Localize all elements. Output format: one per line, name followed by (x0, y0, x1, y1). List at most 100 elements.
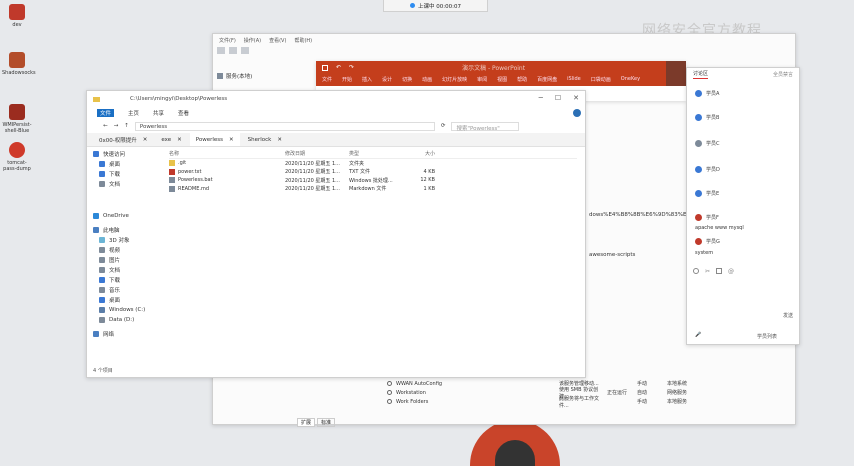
desktop-icon-1[interactable]: Shadowsocks (2, 52, 36, 76)
nav-pictures[interactable]: 图片 (93, 255, 163, 265)
ppt-tab[interactable]: 切换 (402, 76, 412, 84)
chat-footer-link[interactable]: 学员列表 (757, 333, 777, 340)
file-row[interactable]: .git 2020/11/20 星期五 1... 文件夹 (169, 159, 577, 168)
send-button[interactable]: 发送 (783, 312, 793, 319)
chat-tab-discussion[interactable]: 讨论区 (693, 70, 709, 79)
forward-icon[interactable] (229, 47, 237, 54)
nav-this-pc[interactable]: 此电脑 (93, 225, 163, 235)
at-icon[interactable]: @ (728, 268, 734, 275)
nav-onedrive[interactable]: OneDrive (93, 211, 163, 221)
services-bottom-tabs: 扩展 标准 (297, 418, 336, 427)
back-icon[interactable] (217, 47, 225, 54)
desktop-icon-3[interactable]: tomcat-pass-dump (2, 142, 32, 172)
navigation-pane: 快速访问 桌面 下载 文档 OneDrive 此电脑 3D 对象 视频 图片 文… (93, 149, 163, 365)
tab-label: exe (161, 136, 172, 143)
file-row[interactable]: Powerless.bat 2020/11/20 星期五 1... Window… (169, 176, 577, 185)
scissors-icon[interactable]: ✂ (705, 268, 710, 275)
ppt-tab[interactable]: 动画 (422, 76, 432, 84)
ppt-tab[interactable]: 帮助 (517, 76, 527, 84)
col-size[interactable]: 大小 (405, 150, 435, 157)
nav-desktop[interactable]: 桌面 (93, 159, 163, 169)
search-input[interactable]: 搜索"Powerless" (451, 121, 520, 132)
col-date[interactable]: 修改日期 (285, 150, 349, 157)
desktop-icon-2[interactable]: WMIPersist-shell-Blue (2, 104, 32, 134)
nav-music[interactable]: 音乐 (93, 285, 163, 295)
menu-action[interactable]: 操作(A) (244, 37, 261, 44)
gear-icon (387, 399, 392, 404)
meeting-topbar[interactable]: 上课中 00:00:07 (383, 0, 488, 12)
ribbon-file[interactable]: 文件 (97, 109, 115, 117)
back-arrow-icon[interactable]: ← (103, 123, 108, 129)
nav-label: 视频 (109, 248, 121, 254)
ribbon-share[interactable]: 共享 (153, 109, 164, 117)
ppt-tab[interactable]: 审阅 (477, 76, 487, 84)
menu-view[interactable]: 查看(V) (269, 37, 286, 44)
menu-help[interactable]: 帮助(H) (294, 37, 312, 44)
close-tab-icon[interactable]: ✕ (277, 137, 282, 143)
minimize-icon[interactable]: ─ (539, 94, 543, 102)
maximize-icon[interactable]: ☐ (555, 94, 561, 102)
services-sidebar-item[interactable]: 服务(本地) (217, 72, 252, 80)
refresh-icon[interactable]: ⟳ (441, 123, 446, 129)
ppt-tab[interactable]: OneKey (621, 76, 640, 84)
save-icon[interactable] (322, 64, 328, 71)
tab-folder-2[interactable]: Powerless ✕ (189, 133, 240, 146)
close-tab-icon[interactable]: ✕ (143, 137, 148, 143)
col-type[interactable]: 类型 (349, 150, 405, 157)
close-tab-icon[interactable]: ✕ (177, 137, 182, 143)
nav-3d-objects[interactable]: 3D 对象 (93, 235, 163, 245)
emoji-icon[interactable] (693, 268, 699, 274)
service-row[interactable]: Workstation 使用 SMB 协议创建... 正在运行 自动 网络服务 (387, 387, 707, 400)
ppt-tab[interactable]: 设计 (382, 76, 392, 84)
nav-documents-pc[interactable]: 文档 (93, 265, 163, 275)
nav-desktop-pc[interactable]: 桌面 (93, 295, 163, 305)
col-name[interactable]: 名称 (169, 150, 285, 157)
nav-downloads[interactable]: 下载 (93, 169, 163, 179)
service-row[interactable]: Work Folders 此服务将与工作文件... 手动 本地服务 (387, 396, 707, 409)
nav-documents[interactable]: 文档 (93, 179, 163, 189)
close-tab-icon[interactable]: ✕ (229, 137, 234, 143)
ppt-tab[interactable]: 口袋动画 (591, 76, 611, 84)
ppt-ribbon-tabs: 文件 开始 插入 设计 切换 动画 幻灯片放映 审阅 视图 帮助 百度网盘 iS… (316, 74, 686, 86)
nav-drive-c[interactable]: Windows (C:) (93, 305, 163, 315)
nav-downloads-pc[interactable]: 下载 (93, 275, 163, 285)
ppt-tab[interactable]: 百度网盘 (537, 76, 557, 84)
ppt-tab[interactable]: iSlide (567, 76, 581, 84)
tab-folder-3[interactable]: Sherlock ✕ (242, 133, 288, 146)
desktop-icon-0[interactable]: dev (2, 4, 32, 28)
file-row[interactable]: README.md 2020/11/20 星期五 1... Markdown 文… (169, 185, 577, 194)
nav-quick-access[interactable]: 快速访问 (93, 149, 163, 159)
undo-icon[interactable]: ↶ (336, 64, 341, 71)
file-row[interactable]: power.txt 2020/11/20 星期五 1... TXT 文件 4 K… (169, 168, 577, 177)
chat-message: 学员B (695, 114, 719, 121)
help-icon[interactable] (573, 109, 581, 117)
mic-icon[interactable]: 🎤 (695, 332, 701, 338)
properties-icon[interactable] (241, 47, 249, 54)
tab-standard[interactable]: 标准 (317, 418, 336, 427)
redo-icon[interactable]: ↷ (349, 64, 354, 71)
address-bar[interactable]: Powerless (134, 121, 435, 131)
up-arrow-icon[interactable]: ↑ (124, 123, 129, 129)
tab-folder-0[interactable]: 0x00-权限提升 ✕ (93, 133, 153, 146)
menu-file[interactable]: 文件(F) (219, 37, 236, 44)
app-icon (9, 52, 25, 68)
ppt-tab[interactable]: 视图 (497, 76, 507, 84)
tab-extended[interactable]: 扩展 (297, 418, 316, 427)
ppt-tab[interactable]: 文件 (322, 76, 332, 84)
ppt-tab[interactable]: 开始 (342, 76, 352, 84)
app-icon (9, 142, 25, 158)
close-icon[interactable]: ✕ (573, 94, 579, 102)
tab-folder-1[interactable]: exe ✕ (155, 133, 187, 146)
ribbon-view[interactable]: 查看 (178, 109, 189, 117)
service-name: Workstation (396, 389, 426, 396)
nav-network[interactable]: 网络 (93, 329, 163, 339)
ppt-tab[interactable]: 幻灯片放映 (442, 76, 467, 84)
forward-arrow-icon[interactable]: → (114, 123, 119, 129)
ribbon-home[interactable]: 主页 (128, 109, 139, 117)
ppt-tab[interactable]: 插入 (362, 76, 372, 84)
service-row[interactable]: WWAN AutoConfig 该服务管理移动... 手动 本地系统 (387, 379, 707, 388)
image-icon[interactable] (716, 268, 723, 274)
mute-all-toggle[interactable]: 全员禁言 (773, 71, 793, 78)
nav-videos[interactable]: 视频 (93, 245, 163, 255)
nav-drive-d[interactable]: Data (D:) (93, 315, 163, 325)
